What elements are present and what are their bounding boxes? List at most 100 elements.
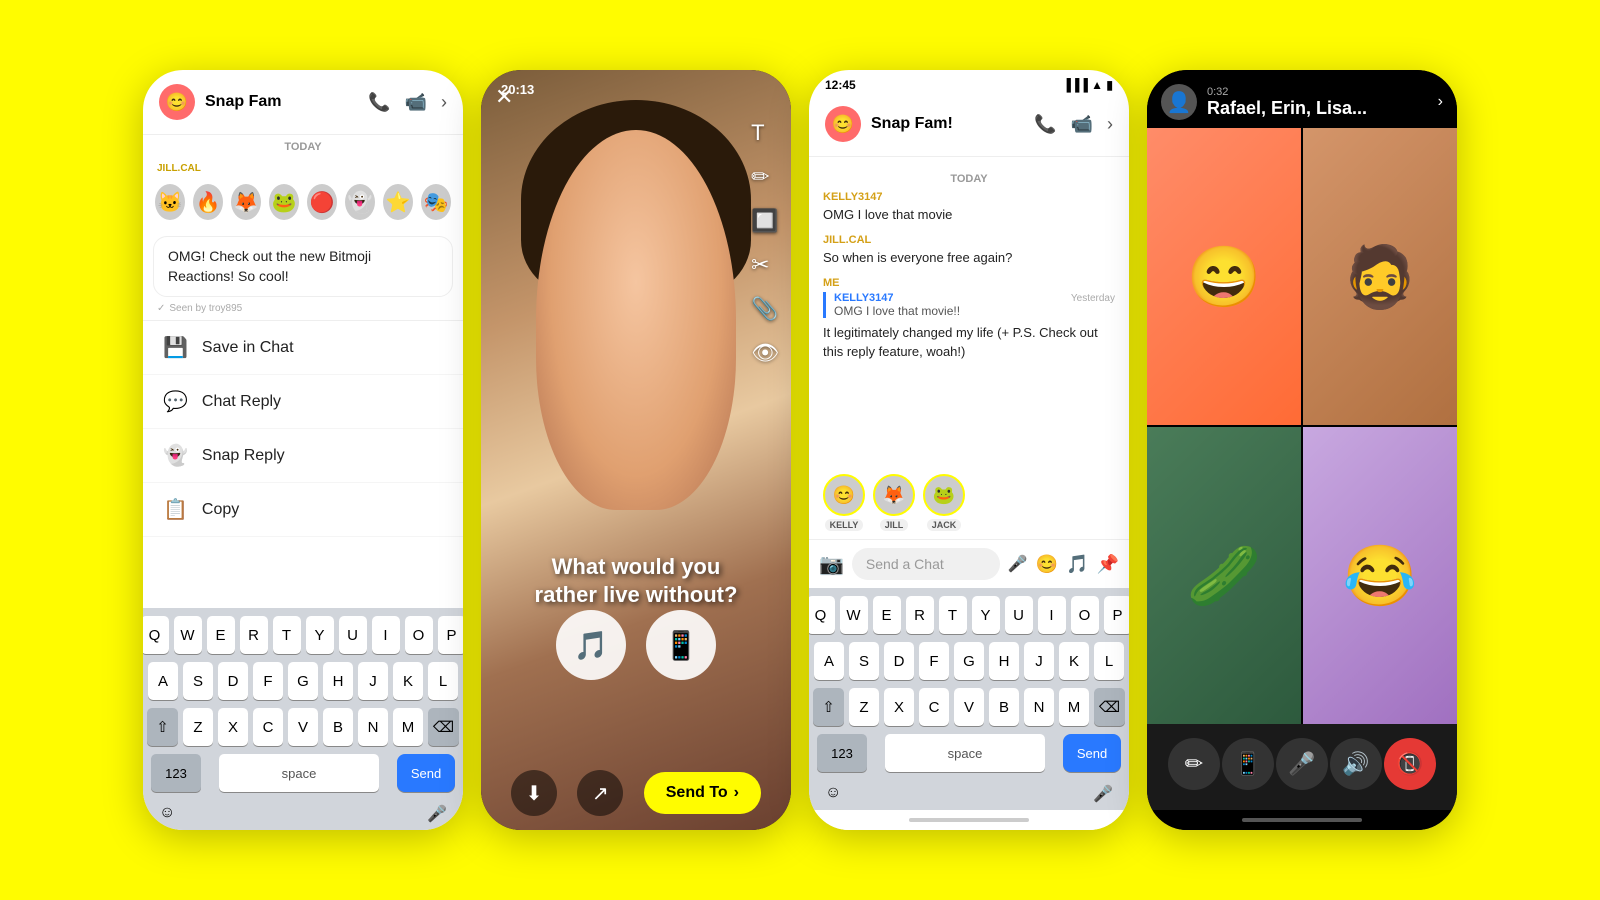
key-g[interactable]: G — [288, 662, 318, 700]
k3-p[interactable]: P — [1104, 596, 1130, 634]
download-button[interactable]: ⬇ — [511, 770, 557, 816]
key-b[interactable]: B — [323, 708, 353, 746]
k3-z[interactable]: Z — [849, 688, 879, 726]
k3-m[interactable]: M — [1059, 688, 1089, 726]
end-call-button[interactable]: 📵 — [1384, 738, 1436, 790]
phone3-video-icon[interactable]: 📹 — [1071, 114, 1093, 135]
phone4-chevron[interactable]: › — [1438, 93, 1443, 111]
key-z[interactable]: Z — [183, 708, 213, 746]
bitmoji-button[interactable]: 🎵 — [1066, 554, 1088, 575]
k3-y[interactable]: Y — [972, 596, 1000, 634]
emoji-button-3[interactable]: 😊 — [1036, 554, 1058, 575]
key-h[interactable]: H — [323, 662, 353, 700]
k3-num[interactable]: 123 — [817, 734, 867, 772]
chat-reply-item[interactable]: 💬 Chat Reply — [143, 375, 463, 429]
k3-i[interactable]: I — [1038, 596, 1066, 634]
send-to-button[interactable]: Send To › — [644, 772, 761, 814]
k3-b[interactable]: B — [989, 688, 1019, 726]
key-x[interactable]: X — [218, 708, 248, 746]
key-c[interactable]: C — [253, 708, 283, 746]
k3-e[interactable]: E — [873, 596, 901, 634]
chat-input[interactable]: Send a Chat — [852, 548, 1000, 580]
copy-item[interactable]: 📋 Copy — [143, 483, 463, 537]
edit-button[interactable]: ✏ — [1168, 738, 1220, 790]
k3-shift[interactable]: ⇧ — [813, 688, 844, 726]
key-i[interactable]: I — [372, 616, 400, 654]
mic-button-3[interactable]: 🎤 — [1008, 554, 1028, 574]
phone3-call-icon[interactable]: 📞 — [1034, 114, 1056, 135]
key-d[interactable]: D — [218, 662, 248, 700]
link-tool[interactable]: 📎 — [751, 296, 779, 322]
k3-s[interactable]: S — [849, 642, 879, 680]
key-n[interactable]: N — [358, 708, 388, 746]
scissors-tool[interactable]: ✂ — [751, 252, 779, 278]
mic-icon[interactable]: 🎤 — [427, 804, 447, 824]
key-j[interactable]: J — [358, 662, 388, 700]
k3-v[interactable]: V — [954, 688, 984, 726]
key-t[interactable]: T — [273, 616, 301, 654]
key-s[interactable]: S — [183, 662, 213, 700]
k3-del[interactable]: ⌫ — [1094, 688, 1125, 726]
option-music[interactable]: 🎵 — [556, 610, 626, 680]
save-in-chat-item[interactable]: 💾 Save in Chat — [143, 321, 463, 375]
k3-c[interactable]: C — [919, 688, 949, 726]
delete-key[interactable]: ⌫ — [428, 708, 459, 746]
key-u[interactable]: U — [339, 616, 367, 654]
k3-g[interactable]: G — [954, 642, 984, 680]
sticker-tool[interactable]: 🔲 — [751, 208, 779, 234]
close-button[interactable]: ✕ — [495, 84, 513, 110]
rotate-button[interactable]: 📱 — [1222, 738, 1274, 790]
k3-d[interactable]: D — [884, 642, 914, 680]
k3-space[interactable]: space — [885, 734, 1045, 772]
camera-button[interactable]: 📷 — [819, 552, 844, 577]
k3-o[interactable]: O — [1071, 596, 1099, 634]
key-y[interactable]: Y — [306, 616, 334, 654]
key-o[interactable]: O — [405, 616, 433, 654]
k3-a[interactable]: A — [814, 642, 844, 680]
share-button[interactable]: ↗ — [577, 770, 623, 816]
phone-call-icon[interactable]: 📞 — [368, 92, 390, 113]
k3-k[interactable]: K — [1059, 642, 1089, 680]
key-e[interactable]: E — [207, 616, 235, 654]
k3-send[interactable]: Send — [1063, 734, 1121, 772]
k3-x[interactable]: X — [884, 688, 914, 726]
k3-w[interactable]: W — [840, 596, 868, 634]
k3-l[interactable]: L — [1094, 642, 1124, 680]
draw-tool[interactable]: ✏ — [751, 164, 779, 190]
k3-h[interactable]: H — [989, 642, 1019, 680]
k3-t[interactable]: T — [939, 596, 967, 634]
snap-reply-item[interactable]: 👻 Snap Reply — [143, 429, 463, 483]
k3-j[interactable]: J — [1024, 642, 1054, 680]
key-a[interactable]: A — [148, 662, 178, 700]
text-tool[interactable]: T — [751, 120, 779, 146]
phone3-chevron[interactable]: › — [1107, 114, 1113, 135]
k3-mic-icon[interactable]: 🎤 — [1093, 784, 1113, 804]
k3-u[interactable]: U — [1005, 596, 1033, 634]
key-m[interactable]: M — [393, 708, 423, 746]
pin-button[interactable]: 📌 — [1097, 554, 1119, 575]
option-phone[interactable]: 📱 — [646, 610, 716, 680]
num-key[interactable]: 123 — [151, 754, 201, 792]
shift-key[interactable]: ⇧ — [147, 708, 178, 746]
k3-n[interactable]: N — [1024, 688, 1054, 726]
space-key[interactable]: space — [219, 754, 379, 792]
expand-icon[interactable]: › — [441, 92, 447, 113]
k3-q[interactable]: Q — [809, 596, 835, 634]
k3-r[interactable]: R — [906, 596, 934, 634]
key-p[interactable]: P — [438, 616, 464, 654]
key-q[interactable]: Q — [143, 616, 169, 654]
k3-f[interactable]: F — [919, 642, 949, 680]
emoji-icon[interactable]: ☺ — [159, 804, 175, 824]
k3-emoji-icon[interactable]: ☺ — [825, 784, 841, 804]
lens-tool[interactable]: 👁 — [751, 340, 779, 366]
key-v[interactable]: V — [288, 708, 318, 746]
key-l[interactable]: L — [428, 662, 458, 700]
key-w[interactable]: W — [174, 616, 202, 654]
mute-button[interactable]: 🎤 — [1276, 738, 1328, 790]
video-call-icon[interactable]: 📹 — [405, 92, 427, 113]
key-f[interactable]: F — [253, 662, 283, 700]
speaker-button[interactable]: 🔊 — [1330, 738, 1382, 790]
send-key[interactable]: Send — [397, 754, 455, 792]
key-k[interactable]: K — [393, 662, 423, 700]
key-r[interactable]: R — [240, 616, 268, 654]
